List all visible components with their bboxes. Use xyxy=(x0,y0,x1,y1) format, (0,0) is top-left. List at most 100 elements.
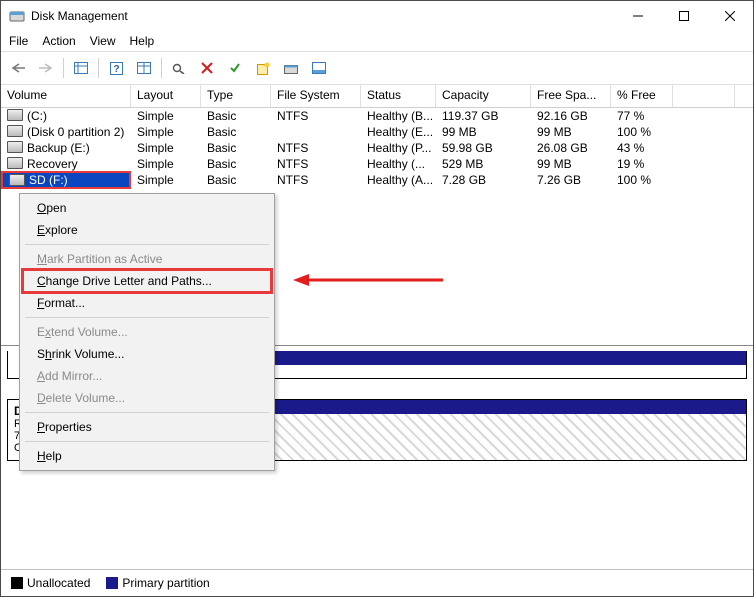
cell: Simple xyxy=(131,141,201,155)
col-type[interactable]: Type xyxy=(201,85,271,107)
cell: SD (F:) xyxy=(1,171,131,189)
cell: Recovery xyxy=(1,157,131,171)
col-volume[interactable]: Volume xyxy=(1,85,131,107)
cell: Healthy (A... xyxy=(361,173,436,187)
column-headers: Volume Layout Type File System Status Ca… xyxy=(1,85,753,108)
help-button[interactable]: ? xyxy=(103,55,129,81)
show-hide-button[interactable] xyxy=(131,55,157,81)
cell: Simple xyxy=(131,125,201,139)
close-button[interactable] xyxy=(707,1,753,31)
cell: 100 % xyxy=(611,173,673,187)
cell: Healthy (B... xyxy=(361,109,436,123)
cell: Simple xyxy=(131,109,201,123)
cell: 77 % xyxy=(611,109,673,123)
cell: NTFS xyxy=(271,157,361,171)
apply-button[interactable] xyxy=(222,55,248,81)
volume-rows: (C:)SimpleBasicNTFSHealthy (B...119.37 G… xyxy=(1,108,753,188)
volume-row[interactable]: (C:)SimpleBasicNTFSHealthy (B...119.37 G… xyxy=(1,108,753,124)
cell: 100 % xyxy=(611,125,673,139)
cell: 99 MB xyxy=(531,125,611,139)
cell: (Disk 0 partition 2) xyxy=(1,125,131,139)
ctx-help[interactable]: Help xyxy=(23,445,271,467)
volume-row[interactable]: SD (F:)SimpleBasicNTFSHealthy (A...7.28 … xyxy=(1,172,753,188)
legend-primary: Primary partition xyxy=(106,576,209,590)
col-spare[interactable] xyxy=(673,85,735,107)
ctx-properties[interactable]: Properties xyxy=(23,416,271,438)
ctx-open[interactable]: Open xyxy=(23,197,271,219)
back-button[interactable] xyxy=(5,55,31,81)
maximize-button[interactable] xyxy=(661,1,707,31)
col-pctfree[interactable]: % Free xyxy=(611,85,673,107)
forward-button[interactable] xyxy=(33,55,59,81)
titlebar: Disk Management xyxy=(1,1,753,31)
delete-button[interactable] xyxy=(194,55,220,81)
volume-row[interactable]: RecoverySimpleBasicNTFSHealthy (...529 M… xyxy=(1,156,753,172)
window-controls xyxy=(615,1,753,31)
ctx-explore[interactable]: Explore xyxy=(23,219,271,241)
col-filesystem[interactable]: File System xyxy=(271,85,361,107)
ctx-change-letter[interactable]: Change Drive Letter and Paths... xyxy=(23,270,271,292)
menu-file[interactable]: File xyxy=(9,34,28,48)
cell: 99 MB xyxy=(436,125,531,139)
col-layout[interactable]: Layout xyxy=(131,85,201,107)
minimize-button[interactable] xyxy=(615,1,661,31)
col-status[interactable]: Status xyxy=(361,85,436,107)
menu-help[interactable]: Help xyxy=(130,34,155,48)
ctx-extend: Extend Volume... xyxy=(23,321,271,343)
cell: 7.28 GB xyxy=(436,173,531,187)
new-task-button[interactable] xyxy=(250,55,276,81)
cell: Simple xyxy=(131,173,201,187)
cell: Backup (E:) xyxy=(1,141,131,155)
ctx-mark-active: Mark Partition as Active xyxy=(23,248,271,270)
drive-icon xyxy=(9,174,25,186)
cell: 43 % xyxy=(611,141,673,155)
app-icon xyxy=(9,8,25,24)
disk-button[interactable] xyxy=(306,55,332,81)
context-menu: Open Explore Mark Partition as Active Ch… xyxy=(19,193,275,471)
cell: Simple xyxy=(131,157,201,171)
view-list-button[interactable] xyxy=(68,55,94,81)
cell: 92.16 GB xyxy=(531,109,611,123)
legend: Unallocated Primary partition xyxy=(1,569,753,596)
cell: Healthy (... xyxy=(361,157,436,171)
drive-icon xyxy=(7,109,23,121)
toolbar: ? xyxy=(1,51,753,85)
svg-text:?: ? xyxy=(113,64,119,75)
cell: Basic xyxy=(201,173,271,187)
cell: 19 % xyxy=(611,157,673,171)
menu-action[interactable]: Action xyxy=(42,34,75,48)
drive-button[interactable] xyxy=(278,55,304,81)
cell: Healthy (P... xyxy=(361,141,436,155)
cell: Basic xyxy=(201,157,271,171)
cell: NTFS xyxy=(271,109,361,123)
col-capacity[interactable]: Capacity xyxy=(436,85,531,107)
cell: 99 MB xyxy=(531,157,611,171)
refresh-button[interactable] xyxy=(166,55,192,81)
drive-icon xyxy=(7,125,23,137)
ctx-format[interactable]: Format... xyxy=(23,292,271,314)
cell: 119.37 GB xyxy=(436,109,531,123)
ctx-delete-volume: Delete Volume... xyxy=(23,387,271,409)
cell: 7.26 GB xyxy=(531,173,611,187)
cell: Basic xyxy=(201,125,271,139)
ctx-shrink[interactable]: Shrink Volume... xyxy=(23,343,271,365)
ctx-add-mirror: Add Mirror... xyxy=(23,365,271,387)
volume-row[interactable]: (Disk 0 partition 2)SimpleBasic Healthy (… xyxy=(1,124,753,140)
cell: 529 MB xyxy=(436,157,531,171)
col-freespace[interactable]: Free Spa... xyxy=(531,85,611,107)
cell: 26.08 GB xyxy=(531,141,611,155)
cell: 59.98 GB xyxy=(436,141,531,155)
cell: NTFS xyxy=(271,173,361,187)
disk-management-window: Disk Management File Action View Help ? … xyxy=(0,0,754,597)
legend-unallocated: Unallocated xyxy=(11,576,90,590)
menubar: File Action View Help xyxy=(1,31,753,51)
window-title: Disk Management xyxy=(31,9,615,23)
cell: Basic xyxy=(201,109,271,123)
cell: Basic xyxy=(201,141,271,155)
cell: (C:) xyxy=(1,109,131,123)
cell: NTFS xyxy=(271,141,361,155)
cell: Healthy (E... xyxy=(361,125,436,139)
menu-view[interactable]: View xyxy=(90,34,116,48)
drive-icon xyxy=(7,157,23,169)
volume-row[interactable]: Backup (E:)SimpleBasicNTFSHealthy (P...5… xyxy=(1,140,753,156)
